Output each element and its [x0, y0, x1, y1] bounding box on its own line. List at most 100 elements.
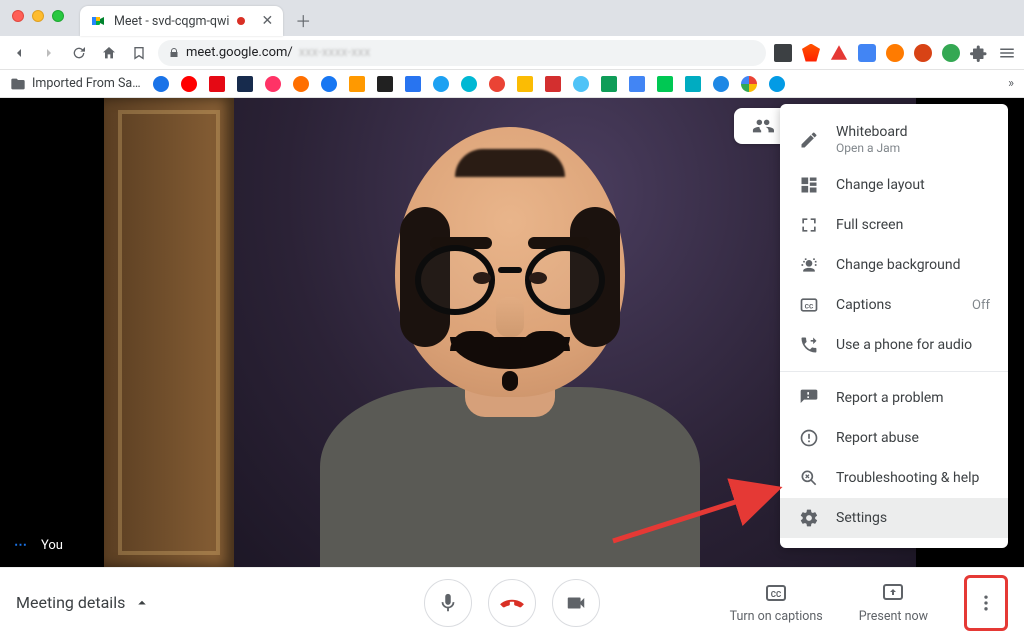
menu-report-problem[interactable]: Report a problem [780, 378, 1008, 418]
orange-ext-icon[interactable] [886, 44, 904, 62]
close-window-button[interactable] [12, 10, 24, 22]
meet-bottom-bar: Meeting details CC Turn on captions Pres… [0, 567, 1024, 637]
bookmark-icon[interactable] [181, 76, 197, 92]
meet-app: ⋯ You Whiteboard Open a Jam Change layou… [0, 98, 1024, 637]
bookmark-icon[interactable] [713, 76, 729, 92]
self-label-overlay: ⋯ You [14, 538, 63, 553]
new-tab-button[interactable]: ＋ [289, 6, 317, 34]
menu-help[interactable]: Troubleshooting & help [780, 458, 1008, 498]
minimize-window-button[interactable] [32, 10, 44, 22]
bookmark-icon[interactable] [741, 76, 757, 92]
bookmark-icon[interactable] [153, 76, 169, 92]
meeting-details-label: Meeting details [16, 593, 125, 612]
bookmark-icon[interactable] [489, 76, 505, 92]
green-ext-icon[interactable] [942, 44, 960, 62]
menu-report-abuse-label: Report abuse [836, 430, 919, 446]
window-controls [12, 10, 64, 22]
tab-title: Meet - svd-cqgm-qwi [114, 14, 229, 29]
red-triangle-ext-icon[interactable] [830, 44, 848, 62]
extension-icons [774, 44, 1016, 62]
menu-settings[interactable]: Settings [780, 498, 1008, 538]
present-now-button[interactable]: Present now [859, 581, 928, 624]
toggle-camera-button[interactable] [552, 579, 600, 627]
menu-change-background[interactable]: Change background [780, 245, 1008, 285]
dark-orange-ext-icon[interactable] [914, 44, 932, 62]
bookmarks-overflow-button[interactable]: » [1008, 76, 1014, 91]
browser-tab[interactable]: Meet - svd-cqgm-qwi ✕ [80, 6, 283, 36]
background-icon [798, 255, 820, 275]
menu-whiteboard-label: Whiteboard [836, 124, 908, 140]
pencil-icon [798, 130, 820, 150]
forward-button[interactable] [38, 42, 60, 64]
svg-text:CC: CC [771, 590, 781, 599]
captions-icon: CC [798, 295, 820, 315]
menu-phone-audio[interactable]: Use a phone for audio [780, 325, 1008, 365]
tile-menu-icon[interactable]: ⋯ [14, 538, 29, 553]
menu-report-abuse[interactable]: Report abuse [780, 418, 1008, 458]
self-name-label: You [41, 538, 63, 553]
report-icon [798, 428, 820, 448]
menu-phone-audio-label: Use a phone for audio [836, 337, 972, 353]
url-input[interactable]: meet.google.com/ xxx-xxxx-xxx [158, 40, 766, 66]
brave-ext-icon[interactable] [802, 44, 820, 62]
bookmark-icon[interactable] [237, 76, 253, 92]
bookmark-icon[interactable] [321, 76, 337, 92]
reload-button[interactable] [68, 42, 90, 64]
fullscreen-icon [798, 215, 820, 235]
back-button[interactable] [8, 42, 30, 64]
bookmark-icon[interactable] [769, 76, 785, 92]
address-bar: meet.google.com/ xxx-xxxx-xxx [0, 36, 1024, 70]
present-icon [881, 581, 905, 605]
bookmark-icon[interactable] [405, 76, 421, 92]
bookmark-icon[interactable] [433, 76, 449, 92]
window-titlebar: Meet - svd-cqgm-qwi ✕ ＋ [0, 0, 1024, 36]
menu-change-layout[interactable]: Change layout [780, 165, 1008, 205]
leave-call-button[interactable] [488, 579, 536, 627]
lock-icon [168, 47, 180, 59]
bookmark-icon[interactable] [377, 76, 393, 92]
url-path-blurred: xxx-xxxx-xxx [299, 45, 371, 60]
menu-captions[interactable]: CC Captions Off [780, 285, 1008, 325]
menu-fullscreen-label: Full screen [836, 217, 903, 233]
bookmark-icon[interactable] [461, 76, 477, 92]
help-icon [798, 468, 820, 488]
bookmark-icon[interactable] [293, 76, 309, 92]
layout-icon [798, 175, 820, 195]
menu-fullscreen[interactable]: Full screen [780, 205, 1008, 245]
browser-menu-button[interactable] [998, 44, 1016, 62]
camera-ext-icon[interactable] [774, 44, 792, 62]
recording-indicator-icon [237, 17, 245, 25]
tab-strip: Meet - svd-cqgm-qwi ✕ ＋ [80, 0, 317, 36]
menu-whiteboard[interactable]: Whiteboard Open a Jam [780, 114, 1008, 165]
bookmark-icon[interactable] [601, 76, 617, 92]
menu-change-layout-label: Change layout [836, 177, 925, 193]
bookmark-folder-label: Imported From Sa… [32, 76, 141, 91]
mute-mic-button[interactable] [424, 579, 472, 627]
bookmark-icon[interactable] [349, 76, 365, 92]
turn-on-captions-button[interactable]: CC Turn on captions [730, 581, 823, 624]
bookmark-icon[interactable] [573, 76, 589, 92]
bookmark-icon[interactable] [657, 76, 673, 92]
bookmark-icon[interactable] [209, 76, 225, 92]
menu-separator [780, 371, 1008, 372]
maximize-window-button[interactable] [52, 10, 64, 22]
bookmark-icon[interactable] [545, 76, 561, 92]
gear-icon [798, 508, 820, 528]
home-button[interactable] [98, 42, 120, 64]
bookmark-folder[interactable]: Imported From Sa… [10, 76, 141, 92]
bookmark-icon[interactable] [265, 76, 281, 92]
bookmark-button[interactable] [128, 42, 150, 64]
bookmark-icons-row [153, 76, 997, 92]
menu-settings-label: Settings [836, 510, 887, 526]
menu-whiteboard-sub: Open a Jam [836, 141, 908, 155]
more-options-button[interactable] [964, 575, 1008, 631]
translate-ext-icon[interactable] [858, 44, 876, 62]
bookmark-icon[interactable] [685, 76, 701, 92]
extensions-puzzle-icon[interactable] [970, 44, 988, 62]
menu-captions-state: Off [972, 298, 990, 313]
bookmark-icon[interactable] [517, 76, 533, 92]
meeting-details-button[interactable]: Meeting details [16, 593, 151, 612]
bookmark-icon[interactable] [629, 76, 645, 92]
tab-close-button[interactable]: ✕ [261, 13, 273, 29]
more-options-menu: Whiteboard Open a Jam Change layout Full… [780, 104, 1008, 548]
